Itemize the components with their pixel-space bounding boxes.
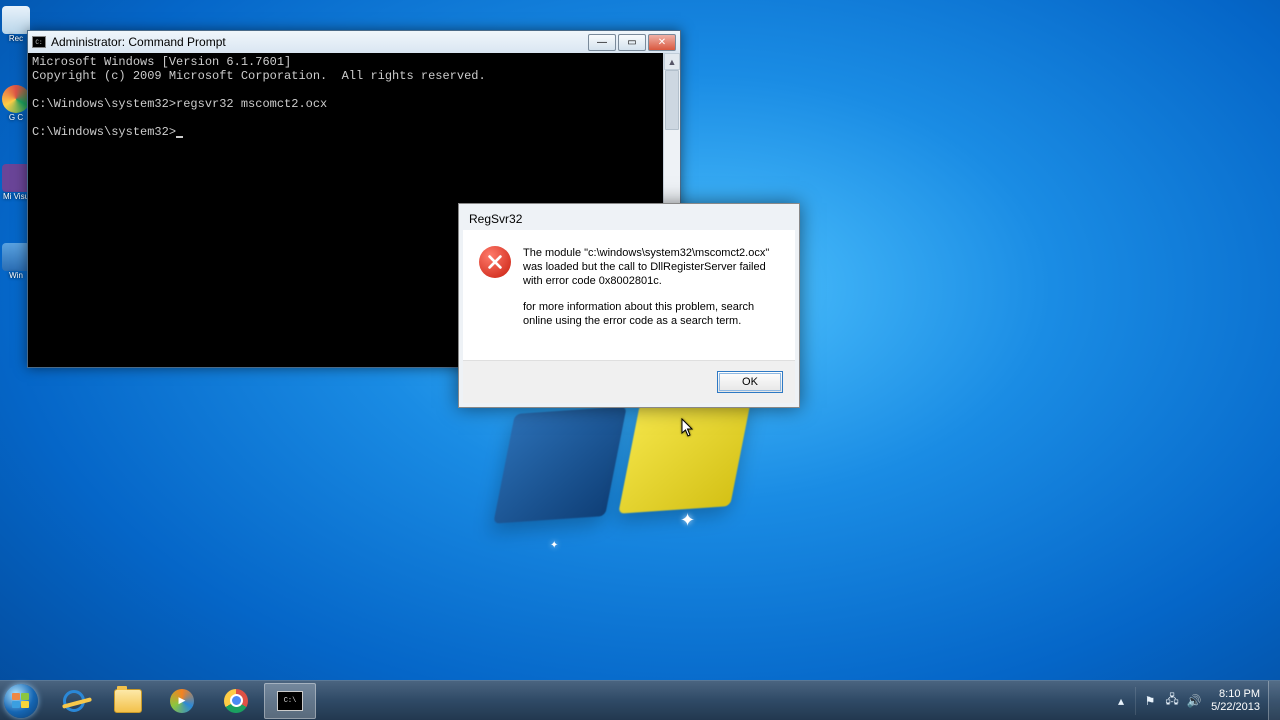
chrome-icon <box>224 689 248 713</box>
desktop-icon-label: Rec <box>9 34 23 43</box>
cmd-output: Microsoft Windows [Version 6.1.7601] Cop… <box>28 53 680 141</box>
windows-logo-icon <box>12 693 30 709</box>
error-icon <box>479 246 511 278</box>
system-tray[interactable]: ▴ ⚑ 🖧 🔊 8:10 PM 5/22/2013 <box>1110 681 1280 720</box>
taskbar-explorer[interactable] <box>102 683 154 719</box>
cmd-cursor <box>176 136 183 138</box>
media-player-icon <box>170 689 194 713</box>
start-button[interactable] <box>0 681 42 720</box>
minimize-button[interactable]: — <box>588 34 616 51</box>
ok-button[interactable]: OK <box>717 371 783 393</box>
desktop-icon-label: G C <box>9 113 23 122</box>
show-hidden-icons[interactable]: ▴ <box>1112 692 1130 710</box>
network-icon[interactable]: 🖧 <box>1163 692 1181 710</box>
folder-icon <box>114 689 142 713</box>
cmd-taskbar-icon <box>277 691 303 711</box>
show-desktop-button[interactable] <box>1268 681 1280 720</box>
regsvr32-dialog[interactable]: RegSvr32 The module "c:\windows\system32… <box>458 203 800 408</box>
desktop-icon-chrome[interactable]: G C <box>2 85 30 122</box>
cmd-titlebar[interactable]: Administrator: Command Prompt — ▭ ✕ <box>28 31 680 53</box>
clock-date: 5/22/2013 <box>1211 701 1260 714</box>
taskbar-chrome[interactable] <box>210 683 262 719</box>
scroll-up-arrow-icon[interactable]: ▲ <box>664 53 680 70</box>
desktop-icon-windows-live[interactable]: Win <box>2 243 30 280</box>
action-center-icon[interactable]: ⚑ <box>1141 692 1159 710</box>
taskbar-cmd[interactable] <box>264 683 316 719</box>
desktop-icon-recycle-bin[interactable]: Rec <box>2 6 30 43</box>
ie-icon <box>63 690 85 712</box>
desktop-icon-visual-studio[interactable]: Mi Visu <box>2 164 30 201</box>
taskbar[interactable]: ▴ ⚑ 🖧 🔊 8:10 PM 5/22/2013 <box>0 680 1280 720</box>
scroll-thumb[interactable] <box>665 70 679 130</box>
dialog-title[interactable]: RegSvr32 <box>463 208 795 230</box>
desktop-icon-label: Mi Visu <box>3 192 29 201</box>
taskbar-ie[interactable] <box>48 683 100 719</box>
clock-time: 8:10 PM <box>1211 688 1260 701</box>
cmd-title: Administrator: Command Prompt <box>51 35 588 49</box>
volume-icon[interactable]: 🔊 <box>1185 692 1203 710</box>
close-button[interactable]: ✕ <box>648 34 676 51</box>
clock[interactable]: 8:10 PM 5/22/2013 <box>1205 688 1268 714</box>
cmd-icon <box>32 36 46 48</box>
maximize-button[interactable]: ▭ <box>618 34 646 51</box>
taskbar-media-player[interactable] <box>156 683 208 719</box>
desktop-icon-label: Win <box>9 271 23 280</box>
dialog-message: The module "c:\windows\system32\mscomct2… <box>523 246 779 340</box>
mouse-cursor-icon <box>681 418 695 438</box>
